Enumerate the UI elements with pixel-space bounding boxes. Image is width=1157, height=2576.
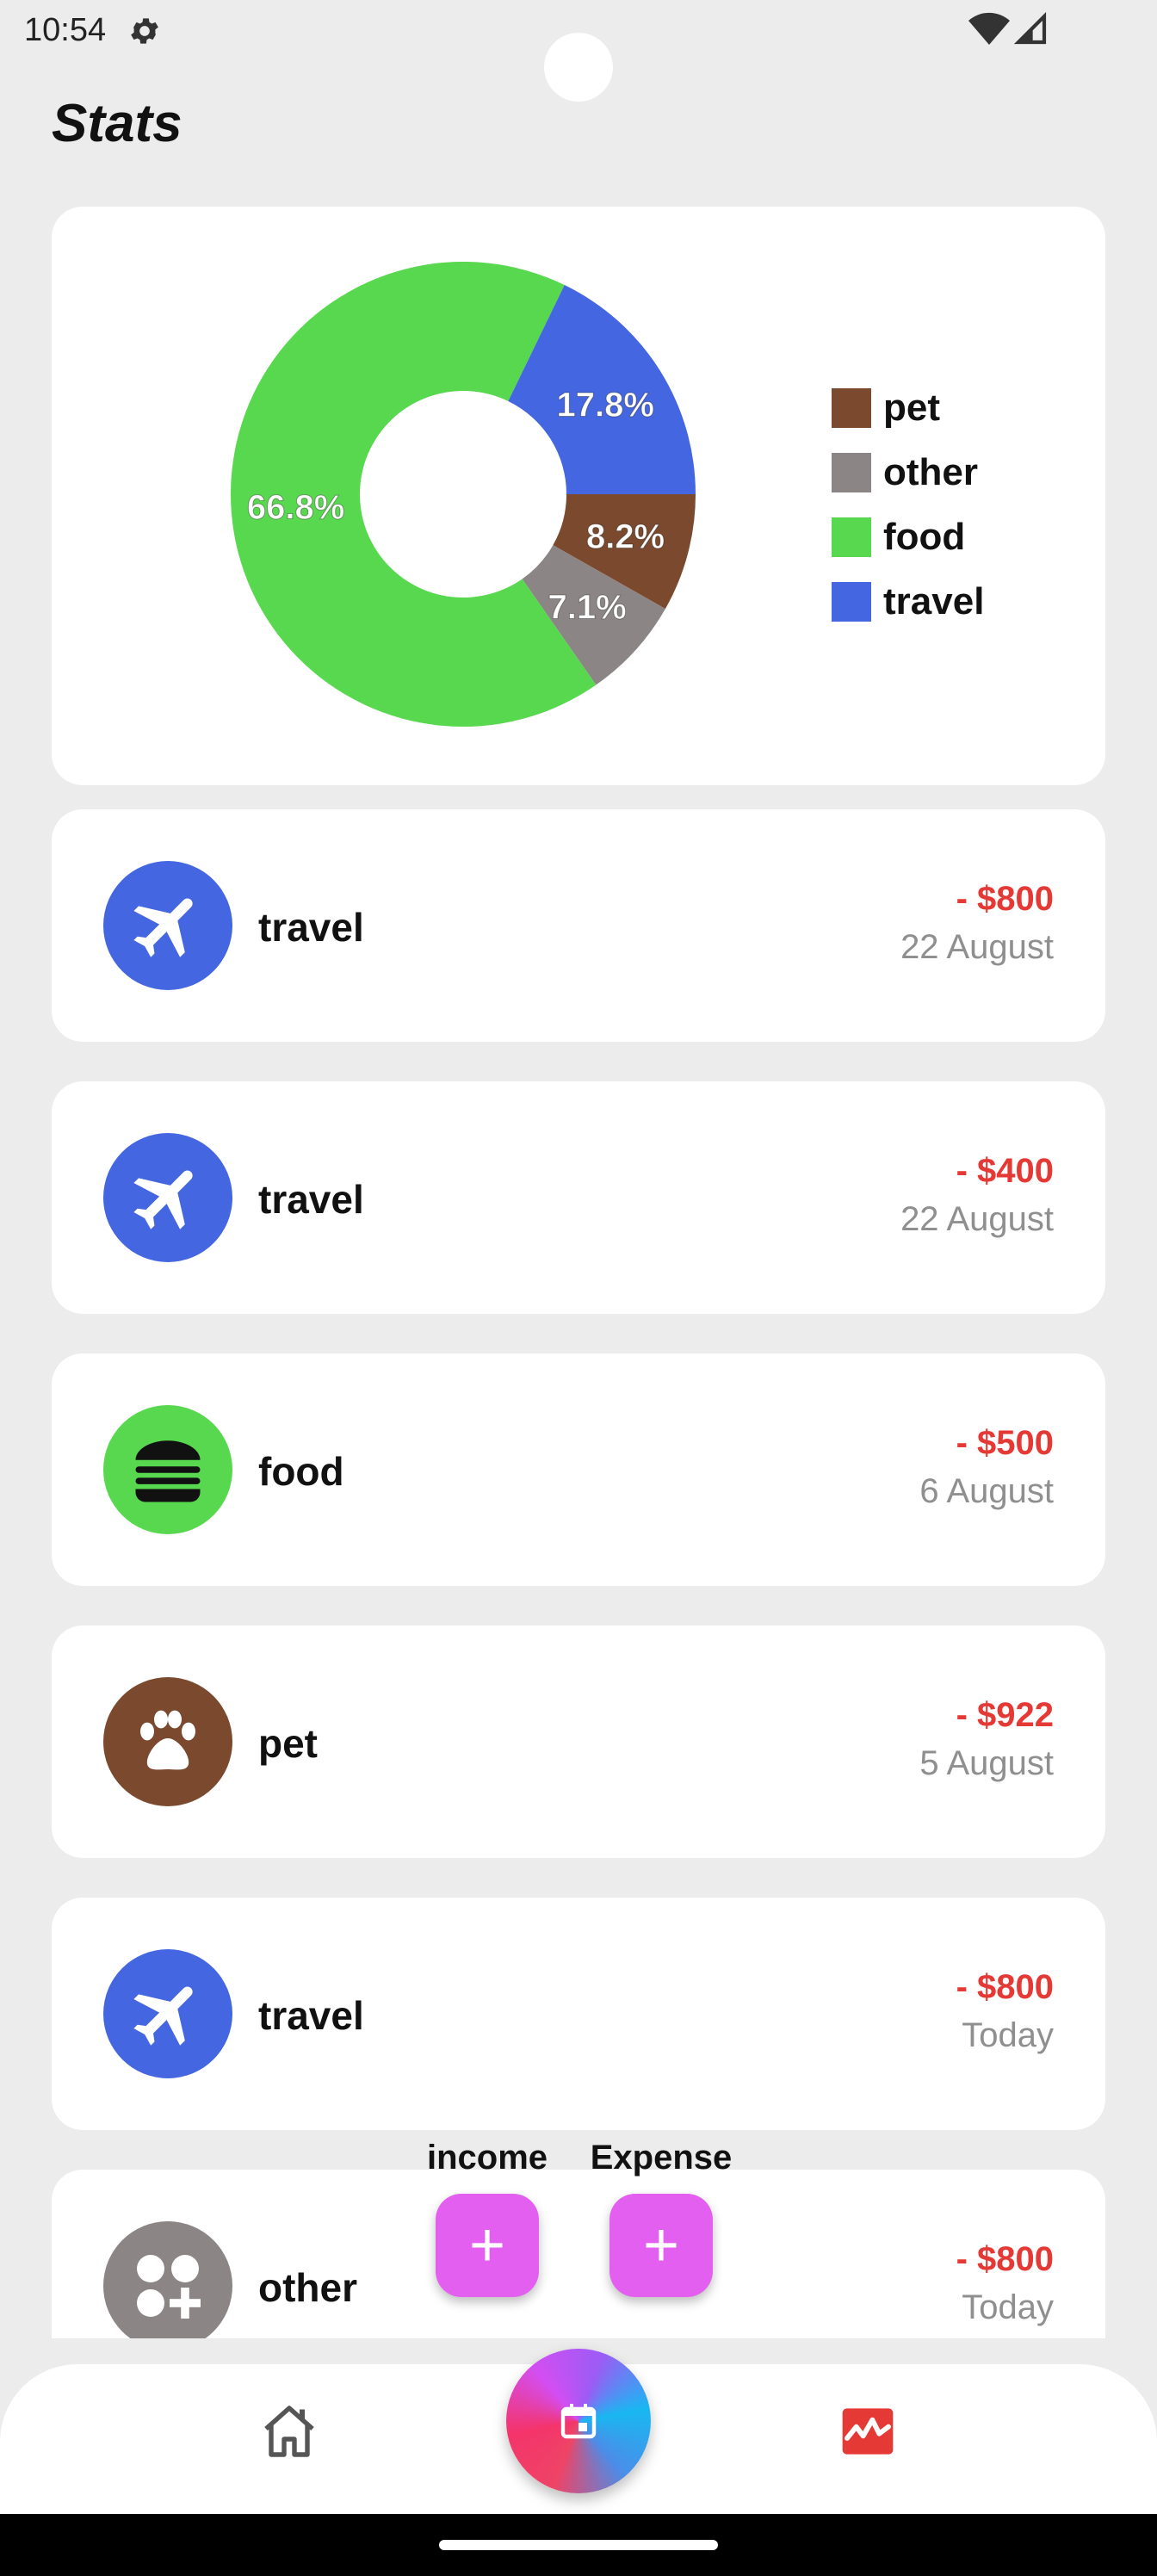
legend-label: pet (883, 386, 940, 429)
apps-plus-icon (103, 2221, 232, 2338)
legend-swatch (832, 387, 871, 428)
add-income-button[interactable]: + (436, 2194, 539, 2297)
expense-label: Expense (590, 2139, 733, 2177)
legend-label: food (883, 515, 966, 558)
transaction-item[interactable]: travel - $800 22 August (52, 809, 1105, 1042)
slice-label-food: 66.8% (247, 488, 344, 526)
burger-icon (103, 1405, 232, 1534)
gesture-handle[interactable] (439, 2540, 718, 2550)
slice-label-travel: 17.8% (557, 386, 654, 424)
add-expense-button[interactable]: + (609, 2194, 713, 2297)
transaction-category: travel (258, 1177, 364, 1222)
legend-swatch (832, 517, 871, 557)
paw-icon (103, 1677, 232, 1806)
legend-item-food: food (832, 505, 984, 569)
transaction-item[interactable]: other - $800 Today (52, 2170, 1105, 2338)
calendar-nav-button[interactable] (506, 2349, 651, 2493)
transaction-item[interactable]: food - $500 6 August (52, 1353, 1105, 1586)
transaction-date: Today (962, 2016, 1054, 2054)
transaction-date: 22 August (900, 1200, 1054, 1238)
legend-label: other (883, 450, 978, 493)
donut-chart: 8.2% 7.1% 66.8% 17.8% (231, 261, 696, 727)
transaction-date: 6 August (919, 1472, 1054, 1510)
transaction-date: Today (962, 2288, 1054, 2326)
transaction-amount: - $800 (956, 2240, 1054, 2278)
slice-label-pet: 8.2% (586, 518, 665, 556)
transaction-category: food (258, 1449, 344, 1494)
chart-legend: pet other food travel (832, 375, 984, 634)
legend-item-other: other (832, 440, 984, 505)
plus-icon: + (468, 2211, 506, 2280)
page-title: Stats (52, 94, 183, 153)
wifi-icon (968, 12, 1010, 46)
stats-icon[interactable] (840, 2404, 895, 2459)
transaction-item[interactable]: travel - $800 Today (52, 1898, 1105, 2130)
income-label: income (426, 2139, 548, 2177)
transaction-category: pet (258, 1721, 318, 1766)
transaction-amount: - $800 (956, 1968, 1054, 2006)
legend-swatch (832, 581, 871, 622)
plus-icon: + (642, 2211, 680, 2280)
airplane-icon (103, 1949, 232, 2078)
transaction-amount: - $800 (956, 880, 1054, 918)
airplane-icon (103, 1133, 232, 1262)
legend-item-travel: travel (832, 569, 984, 634)
chart-card: 8.2% 7.1% 66.8% 17.8% pet other food travel (52, 207, 1105, 785)
gear-icon (131, 18, 158, 44)
camera-cutout (544, 33, 613, 102)
slice-label-other: 7.1% (548, 588, 627, 626)
signal-icon (1014, 12, 1047, 45)
transaction-category: travel (258, 1993, 364, 2038)
transaction-item[interactable]: pet - $922 5 August (52, 1625, 1105, 1858)
home-icon[interactable] (258, 2400, 320, 2462)
transaction-category: other (258, 2265, 357, 2310)
transaction-amount: - $400 (956, 1152, 1054, 1190)
status-time: 10:54 (24, 12, 107, 48)
legend-swatch (832, 452, 871, 492)
transaction-item[interactable]: travel - $400 22 August (52, 1081, 1105, 1314)
transaction-date: 22 August (900, 928, 1054, 966)
transaction-category: travel (258, 905, 364, 950)
transaction-list: travel - $800 22 August travel - $400 22… (0, 809, 1157, 2338)
calendar-icon (560, 2404, 597, 2439)
transaction-date: 5 August (919, 1744, 1054, 1782)
transaction-amount: - $500 (956, 1424, 1054, 1462)
legend-label: travel (883, 579, 985, 622)
legend-item-pet: pet (832, 375, 984, 440)
status-bar: 10:54 (0, 0, 1157, 102)
transaction-amount: - $922 (956, 1696, 1054, 1734)
airplane-icon (103, 861, 232, 990)
